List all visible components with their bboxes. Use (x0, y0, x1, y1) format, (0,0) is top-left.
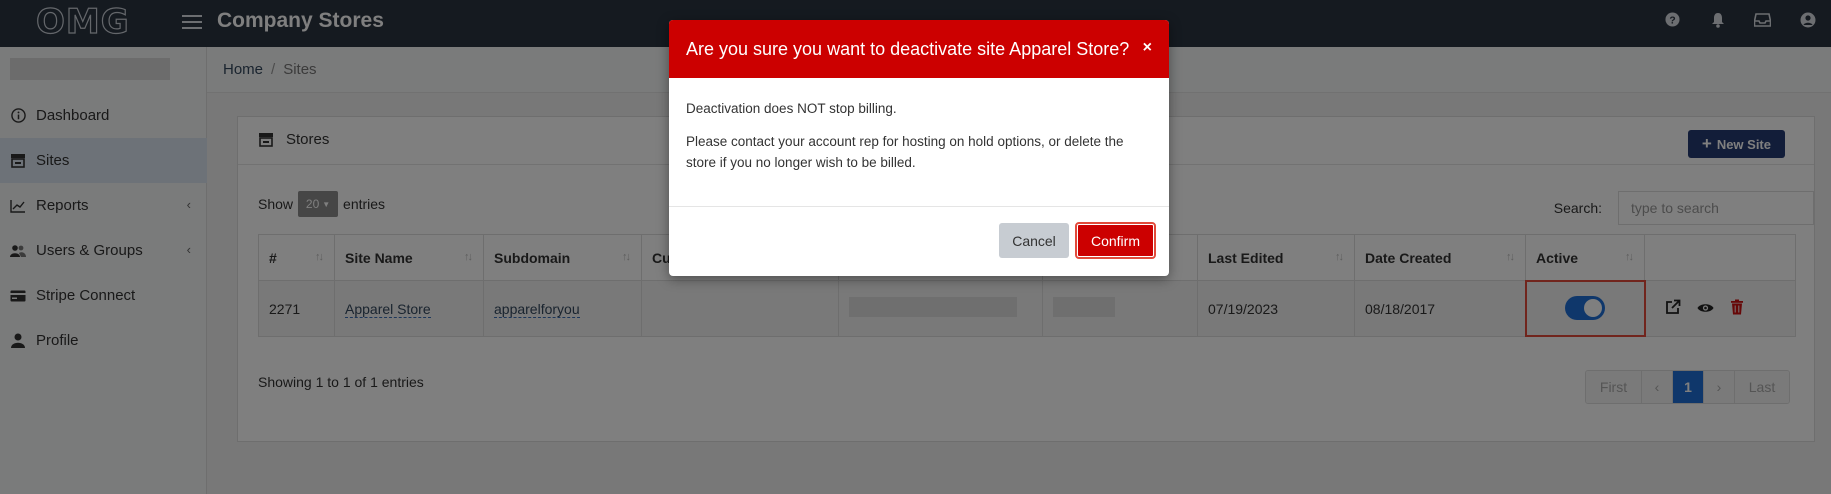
modal-header: Are you sure you want to deactivate site… (669, 20, 1169, 78)
close-icon[interactable]: × (1143, 39, 1152, 57)
modal-body: Deactivation does NOT stop billing. Plea… (669, 78, 1169, 207)
modal-message-line1: Deactivation does NOT stop billing. (686, 101, 897, 116)
modal-title: Are you sure you want to deactivate site… (686, 38, 1130, 59)
confirm-button[interactable]: Confirm (1075, 222, 1156, 259)
modal-footer: Cancel Confirm (669, 207, 1169, 276)
modal-message-line2: Please contact your account rep for host… (686, 134, 1124, 170)
cancel-button[interactable]: Cancel (999, 223, 1069, 258)
deactivate-confirm-dialog: Are you sure you want to deactivate site… (669, 20, 1169, 276)
